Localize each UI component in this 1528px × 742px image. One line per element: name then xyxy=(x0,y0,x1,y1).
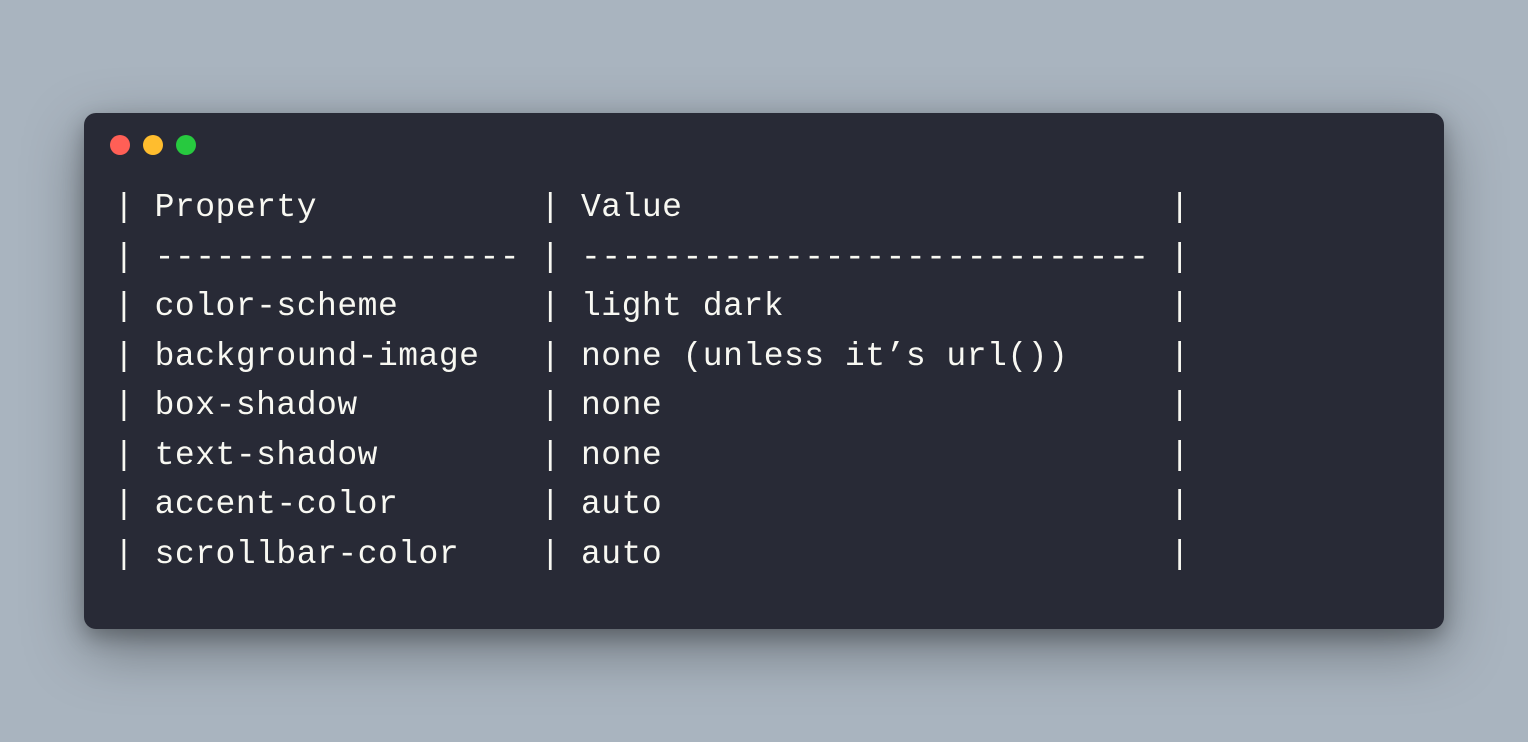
close-icon[interactable] xyxy=(110,135,130,155)
terminal-content: | Property | Value | | -----------------… xyxy=(84,163,1444,579)
terminal-window: | Property | Value | | -----------------… xyxy=(84,113,1444,629)
window-titlebar xyxy=(84,113,1444,163)
minimize-icon[interactable] xyxy=(143,135,163,155)
maximize-icon[interactable] xyxy=(176,135,196,155)
